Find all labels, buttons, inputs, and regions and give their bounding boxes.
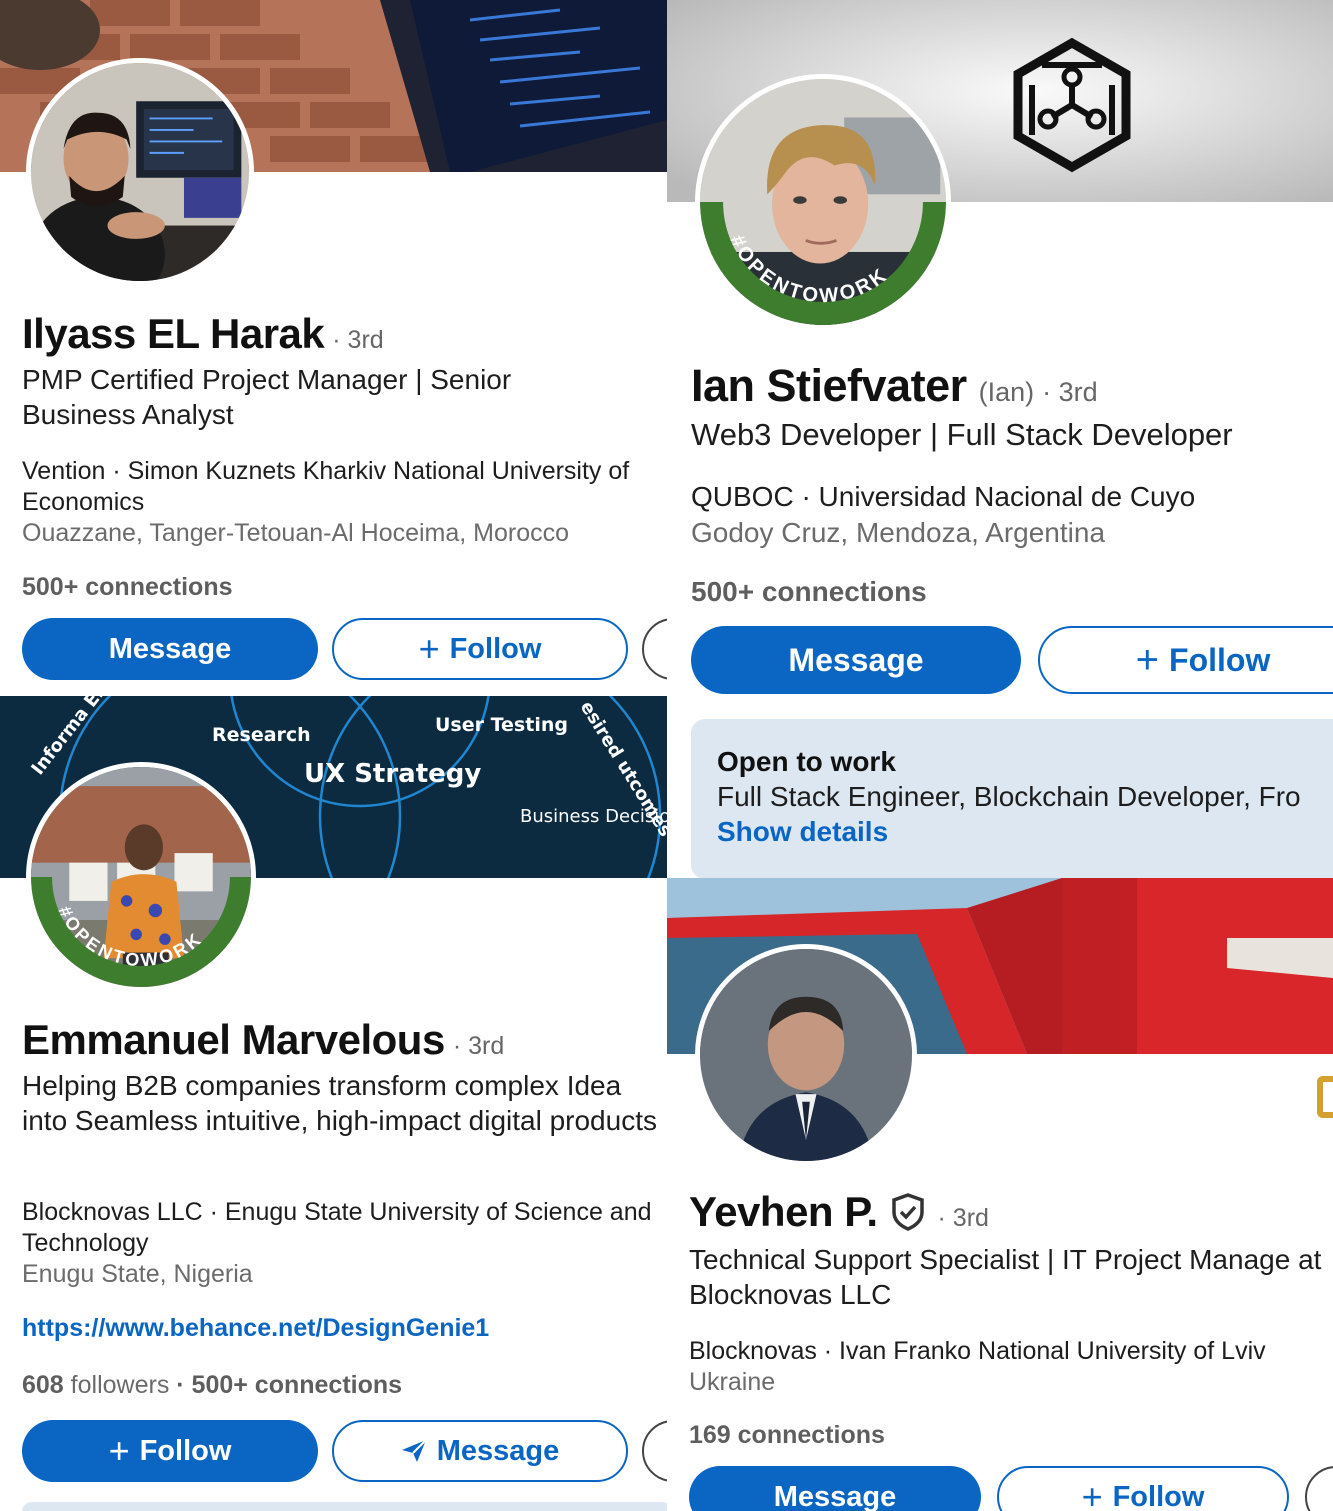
followers-label: followers — [70, 1371, 170, 1399]
connection-degree: · 3rd — [1042, 377, 1098, 407]
follow-button[interactable]: + Follow — [332, 618, 628, 680]
profile-card-ilyass: Ilyass EL Harak · 3rd PMP Certified Proj… — [0, 0, 667, 696]
profile-card-emmanuel: Research User Testing UX Strategy Busine… — [0, 696, 667, 1511]
profile-photo[interactable]: #OPENTOWORK — [695, 74, 951, 330]
follow-button-label: Follow — [1169, 641, 1271, 678]
profile-connections[interactable]: 500+ connections — [691, 576, 927, 608]
send-icon — [401, 1439, 427, 1463]
cover-label-ux-strategy: UX Strategy — [304, 759, 481, 789]
partial-icon — [1317, 1076, 1333, 1118]
message-button[interactable]: Message — [691, 626, 1021, 694]
message-button[interactable]: Message — [22, 618, 318, 680]
profile-card-ian: #OPENTOWORK Ian Stiefvater (Ian) · 3rd W… — [667, 0, 1333, 878]
follow-button-label: Follow — [139, 1434, 232, 1467]
cover-label-user-testing: User Testing — [435, 714, 568, 736]
profile-name: Emmanuel Marvelous — [22, 1016, 445, 1063]
more-button[interactable]: · — [642, 618, 667, 680]
follow-button-label: Follow — [449, 632, 542, 665]
profile-location: Ouazzane, Tanger-Tetouan-Al Hoceima, Mor… — [22, 519, 570, 547]
message-button-label: Message — [108, 632, 232, 665]
plus-icon: + — [108, 1430, 130, 1471]
profile-headline: PMP Certified Project Manager | Senior B… — [22, 364, 512, 430]
profile-headline: Web3 Developer | Full Stack Developer — [691, 417, 1233, 452]
profile-photo[interactable] — [695, 944, 917, 1166]
connection-degree: · 3rd — [937, 1204, 989, 1232]
message-button-label: Message — [436, 1434, 560, 1467]
follow-button[interactable]: + Follow — [22, 1420, 318, 1482]
open-to-work-roles: Full Stack Engineer, Blockchain Develope… — [717, 781, 1301, 812]
follow-button-label: Follow — [1112, 1480, 1205, 1511]
plus-icon: + — [1135, 637, 1160, 682]
profile-name: Ian Stiefvater — [691, 360, 967, 411]
show-details-link[interactable]: Show details — [717, 816, 888, 848]
profile-education: QUBOC · Universidad Nacional de Cuyo — [691, 481, 1196, 512]
message-button-label: Message — [788, 641, 924, 678]
profile-photo[interactable] — [26, 58, 254, 286]
connection-degree: · 3rd — [452, 1032, 505, 1060]
profile-location: Godoy Cruz, Mendoza, Argentina — [691, 517, 1106, 548]
card-below-edge — [22, 1502, 667, 1511]
profile-headline: Helping B2B companies transform complex … — [22, 1070, 657, 1136]
follow-button[interactable]: + Follow — [997, 1466, 1289, 1511]
profile-pronoun: (Ian) — [978, 377, 1035, 407]
profile-connections[interactable]: · 500+ connections — [176, 1371, 402, 1399]
message-button[interactable]: Message — [689, 1466, 981, 1511]
profile-card-yevhen: Yevhen P. · 3rd Technical Support Specia… — [667, 878, 1333, 1511]
profile-education: Blocknovas LLC · Enugu State University … — [22, 1198, 652, 1257]
plus-icon: + — [1081, 1476, 1103, 1511]
followers-connections-row: 608 followers · 500+ connections — [22, 1371, 402, 1400]
plus-icon: + — [418, 628, 440, 669]
profile-connections[interactable]: 169 connections — [689, 1421, 885, 1450]
more-button[interactable]: · — [1305, 1466, 1333, 1511]
verified-badge-icon[interactable] — [890, 1193, 926, 1231]
profile-headline: Technical Support Specialist | IT Projec… — [689, 1244, 1322, 1310]
website-link[interactable]: https://www.behance.net/DesignGenie1 — [22, 1314, 489, 1343]
open-to-work-title: Open to work — [717, 746, 896, 777]
profile-connections[interactable]: 500+ connections — [22, 573, 233, 602]
connection-degree: · 3rd — [332, 326, 384, 354]
profile-education: Blocknovas · Ivan Franko National Univer… — [689, 1337, 1266, 1365]
open-to-work-card[interactable]: Open to work Full Stack Engineer, Blockc… — [691, 719, 1333, 878]
profile-location: Enugu State, Nigeria — [22, 1260, 253, 1288]
profile-name: Yevhen P. — [689, 1188, 878, 1235]
follow-button[interactable]: + Follow — [1038, 626, 1333, 694]
profile-name: Ilyass EL Harak — [22, 310, 325, 357]
profile-education: Vention · Simon Kuznets Kharkiv National… — [22, 457, 630, 516]
followers-count[interactable]: 608 — [22, 1371, 64, 1399]
message-button-label: Message — [773, 1480, 897, 1511]
more-button[interactable]: · — [642, 1420, 667, 1482]
profile-location: Ukraine — [689, 1368, 776, 1396]
cover-label-research: Research — [212, 724, 311, 746]
profile-photo[interactable]: #OPENTOWORK — [26, 762, 256, 992]
message-button[interactable]: Message — [332, 1420, 628, 1482]
